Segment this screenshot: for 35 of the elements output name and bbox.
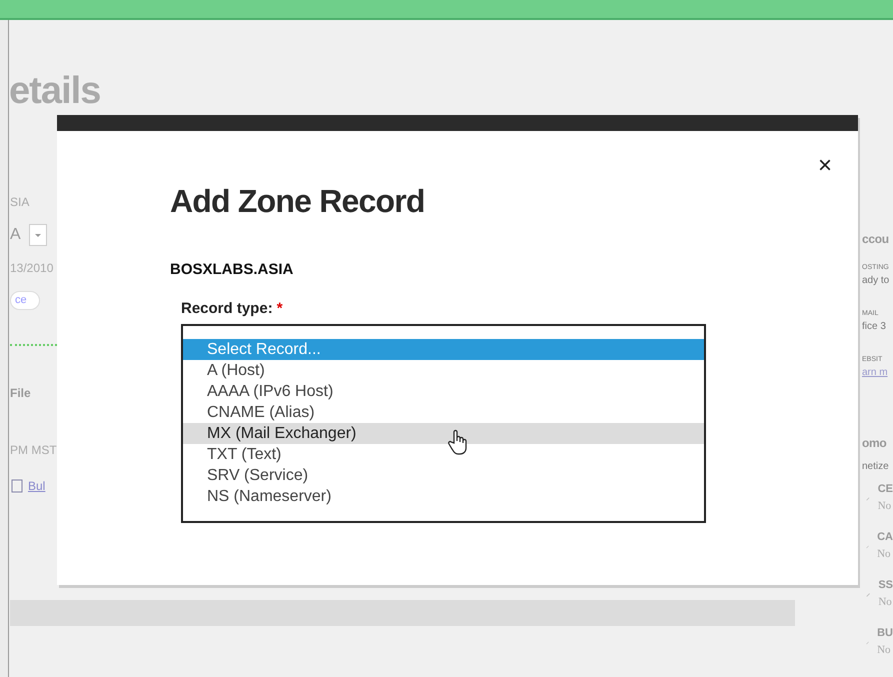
hand-cursor-icon: [448, 429, 468, 455]
feature-title: BU: [877, 626, 893, 641]
listbox-option[interactable]: SRV (Service): [183, 465, 704, 486]
feature-title: SS: [878, 578, 893, 593]
page-text: 13/2010: [10, 260, 54, 276]
section-heading: ccou: [862, 232, 889, 246]
listbox-option[interactable]: A (Host): [183, 360, 704, 381]
domain-name: BOSXLABS.ASIA: [170, 260, 294, 280]
page-text: netize: [862, 461, 889, 472]
section-heading: omo: [862, 436, 886, 450]
field-label: Record type:: [181, 298, 273, 318]
page-title: etails: [9, 72, 100, 110]
page-text: File: [10, 386, 31, 400]
listbox-option[interactable]: MX (Mail Exchanger): [183, 423, 704, 444]
listbox-option[interactable]: CNAME (Alias): [183, 402, 704, 423]
listbox-option[interactable]: AAAA (IPv6 Host): [183, 381, 704, 402]
required-mark: *: [276, 298, 283, 318]
feature-status: No: [878, 594, 893, 610]
document-icon: [10, 479, 24, 493]
page-text: A: [10, 224, 21, 244]
dropdown-caret-icon[interactable]: [28, 224, 47, 246]
feature-status: No: [878, 498, 892, 514]
listbox-option[interactable]: NS (Nameserver): [183, 486, 704, 507]
page-text: fice 3: [862, 321, 886, 332]
feature-title: CA: [877, 530, 893, 545]
feature-title: CE: [878, 482, 893, 497]
page-text: ady to: [862, 275, 890, 286]
dialog-title: Add Zone Record: [170, 185, 426, 217]
page-text: PM MST: [10, 442, 57, 458]
listbox-option[interactable]: TXT (Text): [183, 444, 704, 465]
feature-status: No: [877, 546, 892, 562]
feature-status: No: [877, 642, 892, 658]
close-button[interactable]: ×: [814, 151, 836, 181]
record-type-listbox[interactable]: Select Record... A (Host) AAAA (IPv6 Host) CNAME (Alias) MX (Mail Exchanger) TXT (Text) SRV (Service) NS (Nameserver): [181, 324, 706, 523]
page-text: SIA: [10, 194, 30, 210]
